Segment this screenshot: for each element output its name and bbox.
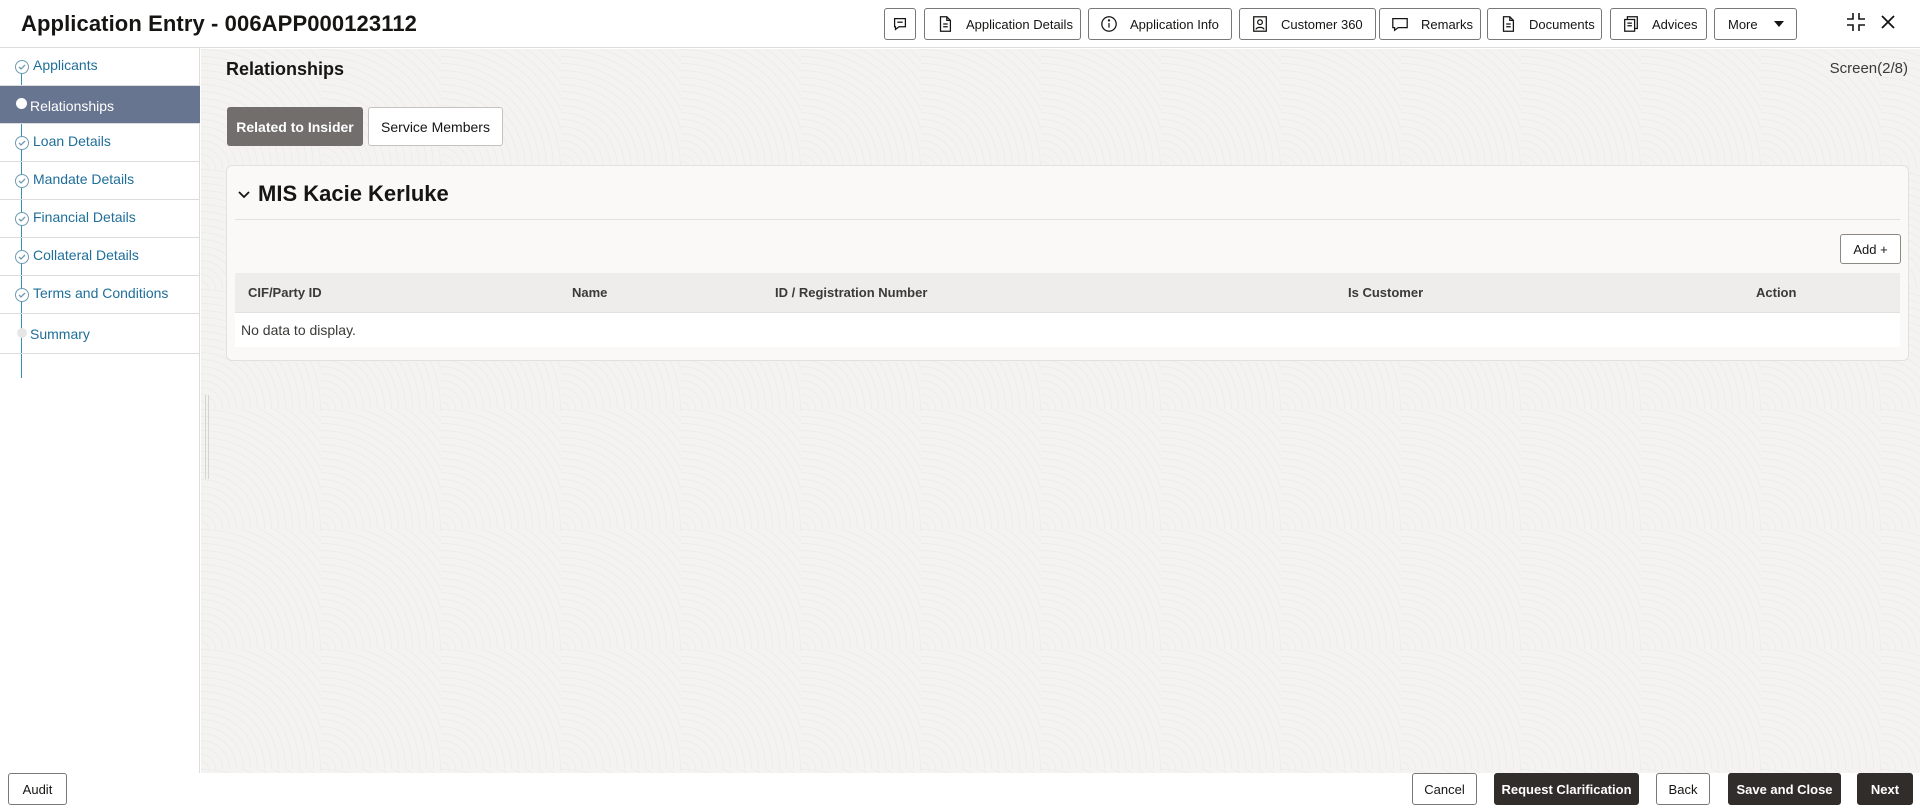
- close-button[interactable]: [1876, 12, 1900, 36]
- check-circle-icon: [15, 174, 29, 188]
- column-header-cif-party-id[interactable]: CIF/Party ID: [248, 285, 322, 300]
- column-header-is-customer[interactable]: Is Customer: [1348, 285, 1423, 300]
- chevron-down-icon[interactable]: [237, 188, 251, 202]
- caret-down-icon: [1773, 21, 1784, 27]
- panel-title: MIS Kacie Kerluke: [258, 181, 449, 206]
- customer-360-button[interactable]: Customer 360: [1239, 8, 1376, 40]
- audit-button[interactable]: Audit: [8, 773, 67, 805]
- sidebar-item-summary[interactable]: Summary: [0, 314, 200, 354]
- page-title: Relationships: [226, 59, 345, 79]
- chat-bubble-icon: [891, 15, 909, 33]
- check-circle-icon: [15, 60, 29, 74]
- divider: [235, 219, 1900, 220]
- column-header-name[interactable]: Name: [572, 285, 607, 300]
- info-icon: [1100, 15, 1118, 33]
- table-header: CIF/Party ID Name ID / Registration Numb…: [235, 273, 1900, 313]
- save-and-close-button[interactable]: Save and Close: [1728, 773, 1841, 805]
- sidebar-item-loan-details[interactable]: Loan Details: [0, 124, 200, 162]
- sidebar-item-relationships[interactable]: Relationships: [0, 86, 200, 124]
- collapse-icon: [1845, 11, 1867, 38]
- sidebar-item-label: Terms and Conditions: [33, 285, 169, 301]
- sidebar-resize-handle[interactable]: [205, 395, 209, 479]
- check-circle-icon: [15, 212, 29, 226]
- documents-button[interactable]: Documents: [1487, 8, 1602, 40]
- chat-button[interactable]: [884, 8, 916, 40]
- sidebar-item-label: Financial Details: [33, 209, 136, 225]
- check-circle-icon: [15, 136, 29, 150]
- back-button[interactable]: Back: [1656, 773, 1710, 805]
- sidebar-item-mandate-details[interactable]: Mandate Details: [0, 162, 200, 200]
- tab-related-to-insider[interactable]: Related to Insider: [227, 107, 363, 146]
- relationships-table: CIF/Party ID Name ID / Registration Numb…: [235, 273, 1900, 347]
- pending-step-icon: [17, 328, 27, 338]
- train-sidebar: Applicants Relationships Loan Details Ma…: [0, 48, 200, 773]
- person-icon: [1251, 15, 1269, 33]
- close-icon: [1877, 11, 1899, 38]
- sidebar-item-financial-details[interactable]: Financial Details: [0, 200, 200, 238]
- sidebar-item-collateral-details[interactable]: Collateral Details: [0, 238, 200, 276]
- remarks-button[interactable]: Remarks: [1379, 8, 1481, 40]
- sidebar-item-applicants[interactable]: Applicants: [0, 48, 200, 86]
- documents-icon: [1499, 15, 1517, 33]
- request-clarification-button[interactable]: Request Clarification: [1494, 773, 1639, 805]
- check-circle-icon: [15, 250, 29, 264]
- relationship-panel: MIS Kacie Kerluke Add + CIF/Party ID Nam…: [226, 165, 1909, 361]
- document-icon: [936, 15, 954, 33]
- column-header-id-registration-number[interactable]: ID / Registration Number: [775, 285, 927, 300]
- tab-service-members[interactable]: Service Members: [368, 107, 503, 146]
- advices-button[interactable]: Advices: [1610, 8, 1707, 40]
- add-button[interactable]: Add +: [1840, 234, 1901, 264]
- comment-icon: [1391, 15, 1409, 33]
- sidebar-item-label: Loan Details: [33, 133, 111, 149]
- application-info-button[interactable]: Application Info: [1088, 8, 1232, 40]
- page-header-title: Application Entry - 006APP000123112: [21, 11, 418, 36]
- more-menu-button[interactable]: More: [1714, 8, 1797, 40]
- sidebar-item-label: Mandate Details: [33, 171, 135, 187]
- sidebar-item-label: Collateral Details: [33, 247, 139, 263]
- main-content: [201, 49, 1920, 773]
- table-body: No data to display.: [235, 313, 1900, 347]
- advices-icon: [1622, 15, 1640, 33]
- next-button[interactable]: Next: [1857, 773, 1913, 805]
- sidebar-item-label: Relationships: [30, 98, 115, 114]
- cancel-button[interactable]: Cancel: [1412, 773, 1477, 805]
- app-header: Application Entry - 006APP000123112 Appl…: [0, 0, 1920, 48]
- current-step-icon: [16, 98, 27, 109]
- column-header-action: Action: [1756, 285, 1797, 300]
- empty-table-message: No data to display.: [241, 322, 356, 338]
- footer-bar: Audit Cancel Request Clarification Back …: [0, 773, 1920, 808]
- screen-counter: Screen(2/8): [1829, 60, 1908, 77]
- sidebar-item-label: Summary: [30, 326, 90, 342]
- sidebar-item-label: Applicants: [33, 57, 98, 73]
- check-circle-icon: [15, 288, 29, 302]
- sidebar-item-terms-and-conditions[interactable]: Terms and Conditions: [0, 276, 200, 314]
- application-details-button[interactable]: Application Details: [924, 8, 1081, 40]
- collapse-button[interactable]: [1844, 12, 1868, 36]
